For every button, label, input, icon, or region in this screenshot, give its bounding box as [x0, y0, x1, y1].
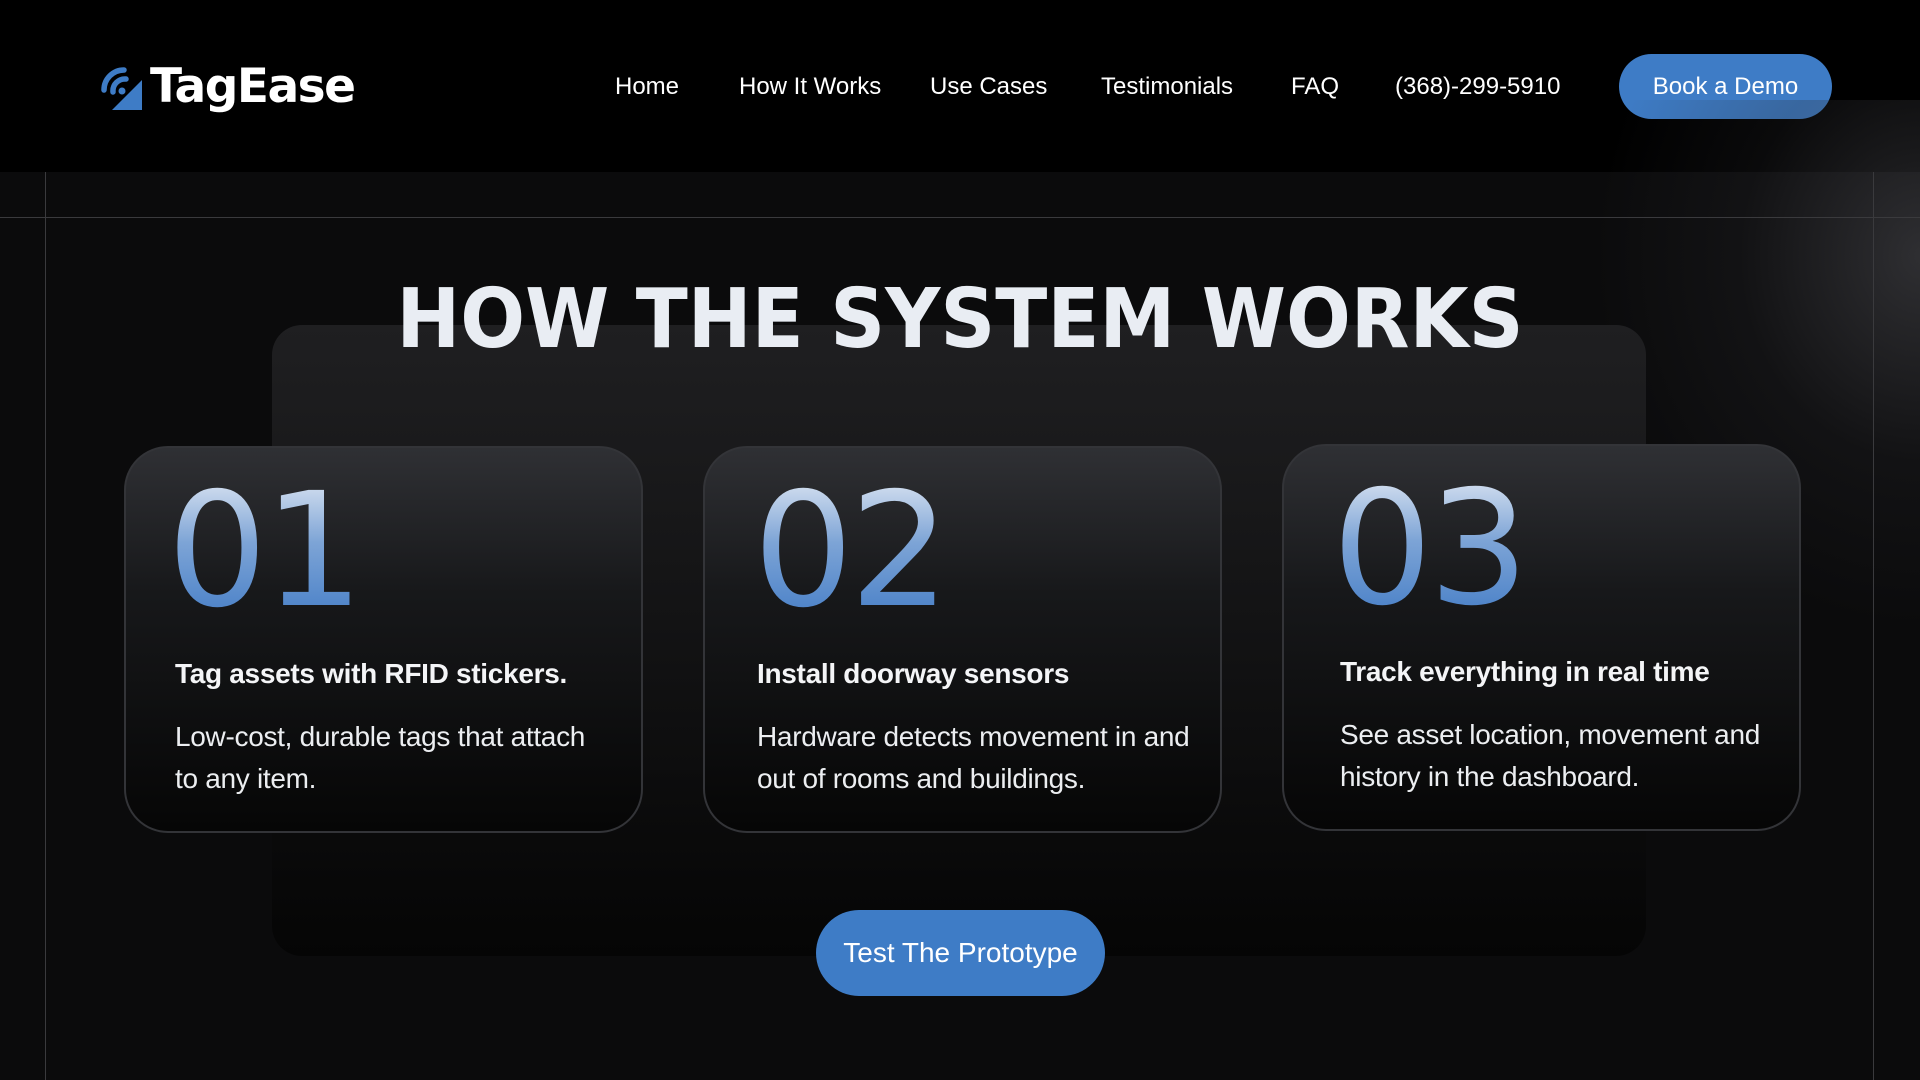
nav-testimonials[interactable]: Testimonials — [1101, 70, 1233, 104]
site-header: TagEase Home How It Works Use Cases Test… — [0, 0, 1920, 172]
book-demo-button[interactable]: Book a Demo — [1619, 54, 1832, 119]
step-number: 01 — [167, 459, 364, 643]
step-card-2: 02 Install doorway sensors Hardware dete… — [703, 446, 1222, 833]
test-prototype-button[interactable]: Test The Prototype — [816, 910, 1105, 996]
nav-how-it-works[interactable]: How It Works — [739, 70, 881, 104]
step-title: Install doorway sensors — [757, 658, 1070, 689]
frame-divider-top — [0, 217, 1920, 218]
frame-divider-left — [45, 172, 46, 1080]
step-number: 03 — [1332, 457, 1529, 641]
page: TagEase Home How It Works Use Cases Test… — [0, 0, 1920, 1080]
step-number: 02 — [753, 459, 950, 643]
nav-home[interactable]: Home — [615, 70, 679, 104]
step-description: See asset location, movement and history… — [1340, 719, 1760, 792]
step-card-3: 03 Track everything in real time See ass… — [1282, 444, 1801, 831]
nav-phone-link[interactable]: (368)-299-5910 — [1395, 70, 1560, 104]
brand-name: TagEase — [150, 59, 356, 114]
section-title: HOW THE SYSTEM WORKS — [396, 272, 1524, 367]
step-description: Low-cost, durable tags that attach to an… — [175, 721, 586, 794]
nav-use-cases[interactable]: Use Cases — [930, 70, 1047, 104]
brand-logo[interactable]: TagEase — [96, 56, 356, 118]
step-title: Tag assets with RFID stickers. — [175, 658, 567, 689]
step-title: Track everything in real time — [1340, 656, 1710, 687]
frame-divider-right — [1873, 172, 1874, 1080]
rfid-signal-tag-icon — [101, 67, 142, 110]
nav-faq[interactable]: FAQ — [1291, 70, 1339, 104]
step-description: Hardware detects movement in and out of … — [757, 721, 1190, 794]
step-card-1: 01 Tag assets with RFID stickers. Low-co… — [124, 446, 643, 833]
